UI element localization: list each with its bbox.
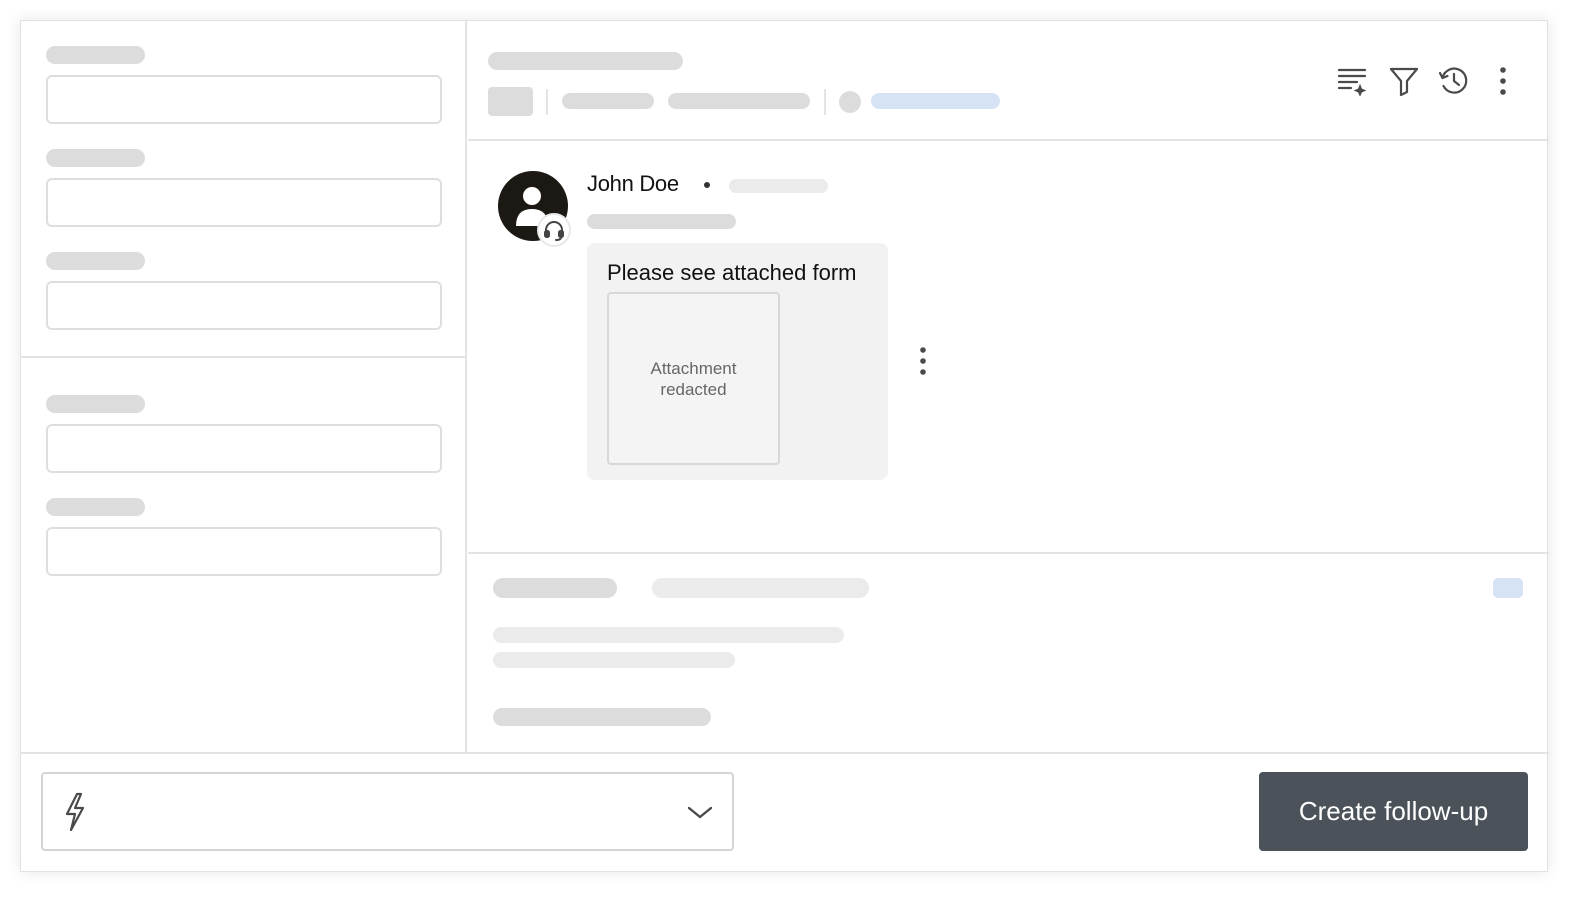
app-window: John Doe Please see attached form Attach… xyxy=(20,20,1549,872)
properties-panel xyxy=(21,21,467,754)
content-placeholder xyxy=(652,578,869,598)
content-placeholder xyxy=(493,627,844,643)
header-separator xyxy=(546,89,548,115)
content-placeholder xyxy=(493,652,735,668)
field-input[interactable] xyxy=(46,75,442,124)
header-separator xyxy=(824,89,826,115)
tag-placeholder xyxy=(488,87,533,116)
content-placeholder xyxy=(493,578,617,598)
message-author[interactable]: John Doe xyxy=(587,171,679,197)
meta-placeholder xyxy=(587,214,736,229)
field-label-placeholder xyxy=(46,46,145,64)
attachment-label: Attachment redacted xyxy=(650,358,737,399)
conversation-header xyxy=(468,21,1549,141)
text-sparkle-icon[interactable] xyxy=(1334,63,1370,99)
create-follow-up-button[interactable]: Create follow-up xyxy=(1259,772,1528,851)
content-placeholder xyxy=(493,708,711,726)
field-label-placeholder xyxy=(46,395,145,413)
field-input[interactable] xyxy=(46,424,442,473)
field-input[interactable] xyxy=(46,527,442,576)
agent-badge xyxy=(537,213,571,247)
filter-icon[interactable] xyxy=(1386,63,1422,99)
badge-placeholder xyxy=(1493,578,1523,598)
attachment-preview[interactable]: Attachment redacted xyxy=(607,292,780,465)
field-label-placeholder xyxy=(46,149,145,167)
meta-placeholder xyxy=(562,93,654,109)
title-placeholder xyxy=(488,52,683,70)
lightning-bolt-icon xyxy=(65,792,85,832)
panel-divider xyxy=(21,356,467,358)
field-label-placeholder xyxy=(46,498,145,516)
meta-placeholder xyxy=(668,93,810,109)
history-icon[interactable] xyxy=(1436,63,1472,99)
macro-select[interactable] xyxy=(41,772,734,851)
footer-divider xyxy=(21,752,1549,754)
more-vertical-icon[interactable] xyxy=(1485,63,1521,99)
status-dot-placeholder xyxy=(839,91,861,113)
field-input[interactable] xyxy=(46,281,442,330)
timestamp-placeholder xyxy=(729,179,828,193)
field-input[interactable] xyxy=(46,178,442,227)
separator-dot xyxy=(704,182,710,188)
chevron-down-icon xyxy=(687,806,713,819)
message-more-icon[interactable] xyxy=(911,343,935,379)
section-divider xyxy=(468,552,1549,554)
headset-icon xyxy=(544,221,564,241)
message-text: Please see attached form xyxy=(607,260,857,285)
status-link-placeholder xyxy=(871,93,1000,109)
field-label-placeholder xyxy=(46,252,145,270)
